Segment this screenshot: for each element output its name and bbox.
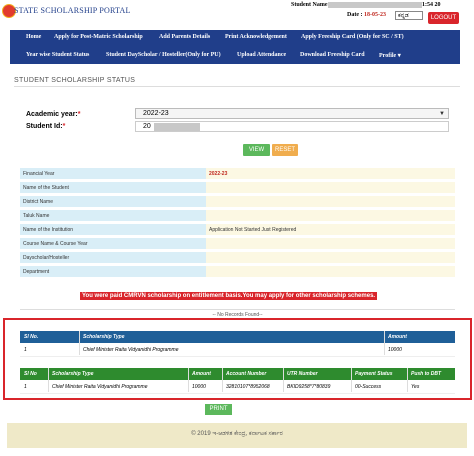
info-row: Taluk Name <box>20 210 455 223</box>
column-header: Payment Status <box>355 371 393 377</box>
nav-profile[interactable]: Profile ▾ <box>379 52 401 59</box>
column-header: UTR Number <box>287 371 318 377</box>
date-label: Date : <box>347 12 364 18</box>
nav-download-freeship-card[interactable]: Download Freeship Card <box>300 52 365 58</box>
column-header: Amount <box>388 334 407 340</box>
redacted-student-id <box>154 123 200 131</box>
info-label: Department <box>20 266 206 278</box>
student-name-label: Student Name <box>291 2 328 8</box>
date-display: Date : 18-05-23 <box>347 12 386 18</box>
table-cell: 10000 <box>192 384 206 390</box>
view-button[interactable]: VIEW <box>243 144 270 156</box>
column-divider <box>79 331 80 355</box>
column-divider <box>407 368 408 392</box>
nav-dayscholar-hosteller[interactable]: Student DayScholar / Hosteller(Only for … <box>106 52 221 58</box>
info-label: District Name <box>20 196 206 208</box>
table-cell: 00-Success <box>355 384 382 390</box>
column-divider <box>384 331 385 355</box>
student-id-label-text: Student Id: <box>26 123 63 130</box>
info-value: 2022-23 <box>206 168 455 180</box>
info-value: Application Not Started Just Registered <box>206 224 455 236</box>
column-divider <box>351 368 352 392</box>
info-value <box>206 266 455 278</box>
page-title: STUDENT SCHOLARSHIP STATUS <box>14 77 136 84</box>
info-value <box>206 252 455 264</box>
nav-add-parents-details[interactable]: Add Parents Details <box>159 34 210 40</box>
column-divider <box>48 368 49 392</box>
table-cell: 32810107*8952068 <box>226 384 270 390</box>
table-cell: BKID9258*7*80839 <box>287 384 331 390</box>
scholarship-notice: You were paid CMRVN scholarship on entit… <box>80 292 378 300</box>
table-header: Sl No Scholarship Type Amount Account Nu… <box>20 368 455 380</box>
info-label: Course Name & Course Year <box>20 238 206 250</box>
portal-title: STATE SCHOLARSHIP PORTAL <box>14 6 131 15</box>
column-header: Push to DBT <box>411 371 441 377</box>
reset-button[interactable]: RESET <box>272 144 298 156</box>
column-header: Sl No. <box>24 334 39 340</box>
logout-button[interactable]: LOGOUT <box>428 12 459 24</box>
academic-year-value: 2022-23 <box>143 110 169 117</box>
column-divider <box>188 368 189 392</box>
info-row: Department <box>20 266 455 279</box>
info-row: District Name <box>20 196 455 209</box>
info-value <box>206 238 455 250</box>
table-cell: Chief Minister Raita Vidyanidhi Programm… <box>83 347 179 353</box>
table-header: Sl No. Scholarship Type Amount <box>20 331 455 343</box>
table-cell: Chief Minister Raita Vidyanidhi Programm… <box>52 384 148 390</box>
nav-apply-post-matric[interactable]: Apply for Post-Matric Scholarship <box>54 34 143 40</box>
nav-year-wise-status[interactable]: Year wise Student Status <box>26 52 89 58</box>
footer: © 2019 ಇ-ಆಡಳಿತ ಕೇಂದ್ರ, ಕರ್ನಾಟಕ ಸರ್ಕಾರ <box>7 423 467 448</box>
student-id-value: 20 <box>143 123 151 130</box>
column-divider <box>222 368 223 392</box>
print-button[interactable]: PRINT <box>205 404 232 415</box>
table-cell: 1 <box>24 384 27 390</box>
header-bar: STATE SCHOLARSHIP PORTAL Student Name 1:… <box>0 0 474 28</box>
academic-year-select[interactable]: 2022-23 ▼ <box>135 108 449 119</box>
column-header: Amount <box>192 371 211 377</box>
info-value <box>206 182 455 194</box>
language-select[interactable]: ಕನ್ನಡ <box>395 11 423 20</box>
student-id-field[interactable]: 20 <box>135 121 449 132</box>
column-divider <box>283 368 284 392</box>
column-header: Scholarship Type <box>83 334 125 340</box>
footer-copyright: © 2019 ಇ-ಆಡಳಿತ ಕೇಂದ್ರ, ಕರ್ನಾಟಕ ಸರ್ಕಾರ <box>191 431 283 437</box>
info-value <box>206 196 455 208</box>
info-label: Taluk Name <box>20 210 206 222</box>
info-label: Dayscholar/Hosteller <box>20 252 206 264</box>
table-cell: 10000 <box>388 347 402 353</box>
chevron-down-icon: ▼ <box>439 111 445 117</box>
info-row: Financial Year 2022-23 <box>20 168 455 181</box>
main-navbar: Home Apply for Post-Matric Scholarship A… <box>10 30 460 64</box>
info-label: Name of the Institution <box>20 224 206 236</box>
info-value <box>206 210 455 222</box>
table-cell: 1 <box>24 347 27 353</box>
title-divider <box>14 86 460 87</box>
nav-upload-attendance[interactable]: Upload Attendance <box>237 52 286 58</box>
table-cell: Yes <box>411 384 420 390</box>
login-time: 1:54 20 <box>422 2 441 8</box>
info-row: Name of the Institution Application Not … <box>20 224 455 237</box>
info-row: Course Name & Course Year <box>20 238 455 251</box>
column-header: Sl No <box>24 371 37 377</box>
table-row: 1 Chief Minister Raita Vidyanidhi Progra… <box>20 381 455 394</box>
info-label: Name of the Student <box>20 182 206 194</box>
nav-home[interactable]: Home <box>26 34 41 40</box>
column-header: Scholarship Type <box>52 371 94 377</box>
no-records-message: -- No Records Found-- <box>20 309 455 318</box>
info-row: Dayscholar/Hosteller <box>20 252 455 265</box>
table-row: 1 Chief Minister Raita Vidyanidhi Progra… <box>20 344 455 357</box>
academic-year-label-text: Academic year: <box>26 111 78 118</box>
info-row: Name of the Student <box>20 182 455 195</box>
redacted-student-name <box>328 2 422 8</box>
student-id-label: Student Id:* <box>26 123 66 130</box>
academic-year-label: Academic year:* <box>26 111 81 118</box>
info-label: Financial Year <box>20 168 206 180</box>
column-header: Account Number <box>226 371 267 377</box>
date-value: 18-05-23 <box>364 12 386 18</box>
nav-print-acknowledgement[interactable]: Print Acknowledgement <box>225 34 287 40</box>
nav-apply-freeship-card[interactable]: Apply Freeship Card (Only for SC / ST) <box>301 34 404 40</box>
